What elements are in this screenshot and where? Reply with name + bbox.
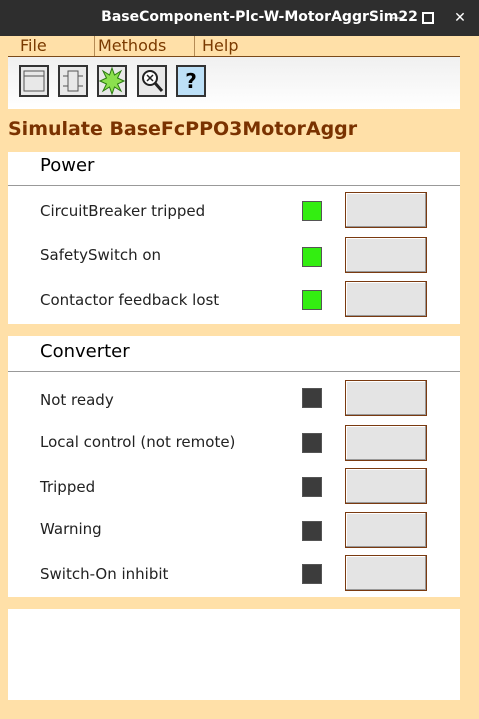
power-row-contactor: Contactor feedback lost bbox=[8, 281, 460, 321]
star-burst-icon bbox=[99, 67, 125, 95]
minimize-button[interactable]: — bbox=[388, 8, 408, 28]
menu-file[interactable]: File bbox=[20, 36, 47, 55]
row-label: Contactor feedback lost bbox=[40, 291, 220, 309]
row-label: Switch-On inhibit bbox=[40, 565, 169, 583]
status-indicator bbox=[302, 388, 322, 408]
toggle-button[interactable] bbox=[345, 512, 427, 548]
toggle-button[interactable] bbox=[345, 281, 427, 317]
toggle-button[interactable] bbox=[345, 468, 427, 504]
toolbar: ? bbox=[8, 57, 460, 109]
row-label: Warning bbox=[40, 520, 102, 538]
menu-help[interactable]: Help bbox=[202, 36, 238, 55]
converter-row-not-ready: Not ready bbox=[8, 380, 460, 420]
crossref-magnifier-icon bbox=[142, 70, 164, 92]
message-area bbox=[8, 609, 460, 700]
help-glyph: ? bbox=[185, 69, 197, 93]
converter-row-warning: Warning bbox=[8, 512, 460, 552]
row-label: Tripped bbox=[40, 478, 96, 496]
converter-title: Converter bbox=[40, 341, 130, 362]
crossref-button[interactable] bbox=[137, 65, 167, 97]
window-content: File Methods Help ? Simulate BaseFcPPO3M… bbox=[0, 36, 479, 719]
converter-row-local-control: Local control (not remote) bbox=[8, 425, 460, 465]
menu-bar: File Methods Help bbox=[8, 36, 460, 57]
status-indicator bbox=[302, 521, 322, 541]
converter-panel: Converter Not ready Local control (not r… bbox=[8, 336, 460, 597]
status-indicator bbox=[302, 477, 322, 497]
row-label: SafetySwitch on bbox=[40, 246, 162, 264]
help-icon: ? bbox=[185, 69, 197, 93]
graph-window-icon bbox=[23, 70, 45, 92]
status-indicator bbox=[302, 433, 322, 453]
menu-methods[interactable]: Methods bbox=[98, 36, 166, 55]
status-indicator bbox=[302, 564, 322, 584]
power-title: Power bbox=[40, 155, 95, 176]
open-object-button[interactable] bbox=[58, 65, 88, 97]
help-button[interactable]: ? bbox=[176, 65, 206, 97]
converter-row-tripped: Tripped bbox=[8, 468, 460, 508]
menu-separator bbox=[94, 36, 95, 56]
close-button[interactable]: ✕ bbox=[450, 8, 470, 28]
status-indicator bbox=[302, 290, 322, 310]
power-row-circuitbreaker: CircuitBreaker tripped bbox=[8, 192, 460, 232]
simulate-button[interactable] bbox=[97, 65, 127, 97]
converter-row-switch-on-inhibit: Switch-On inhibit bbox=[8, 555, 460, 595]
power-row-safetyswitch: SafetySwitch on bbox=[8, 237, 460, 277]
toggle-button[interactable] bbox=[345, 237, 427, 273]
component-object-icon bbox=[63, 70, 83, 92]
status-indicator bbox=[302, 247, 322, 267]
row-label: Local control (not remote) bbox=[40, 433, 236, 451]
title-bar: BaseComponent-Plc-W-MotorAggrSim22 — ✕ bbox=[0, 0, 479, 36]
power-divider bbox=[8, 185, 460, 186]
toggle-button[interactable] bbox=[345, 425, 427, 461]
row-label: Not ready bbox=[40, 391, 114, 409]
converter-divider bbox=[8, 371, 460, 372]
status-indicator bbox=[302, 201, 322, 221]
toggle-button[interactable] bbox=[345, 192, 427, 228]
open-graph-button[interactable] bbox=[19, 65, 49, 97]
power-panel: Power CircuitBreaker tripped SafetySwitc… bbox=[8, 152, 460, 324]
toggle-button[interactable] bbox=[345, 555, 427, 591]
page-title: Simulate BaseFcPPO3MotorAggr bbox=[8, 118, 358, 140]
menu-separator bbox=[194, 36, 195, 56]
row-label: CircuitBreaker tripped bbox=[40, 202, 206, 220]
maximize-button[interactable] bbox=[418, 8, 438, 28]
toggle-button[interactable] bbox=[345, 380, 427, 416]
maximize-icon bbox=[422, 12, 434, 24]
